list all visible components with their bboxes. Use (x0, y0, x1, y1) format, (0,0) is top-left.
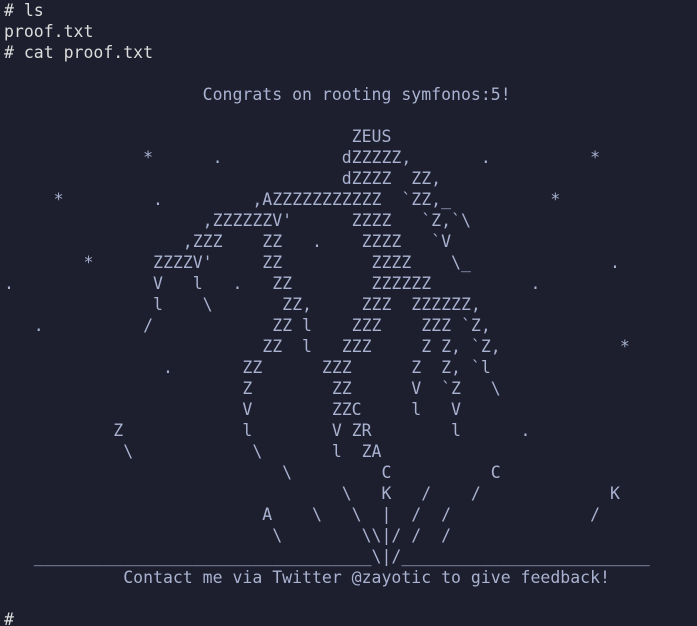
command-ls: # ls (4, 1, 44, 20)
art-line: A \ \ | / / / (4, 505, 601, 524)
prompt[interactable]: # (4, 609, 697, 626)
art-line: V ZZC l V (4, 400, 461, 419)
art-line: dZZZZ ZZ, (4, 169, 442, 188)
art-line: \ C C (4, 463, 501, 482)
art-line (4, 63, 697, 84)
art-line: ,ZZZZZZV' ZZZZ `Z,`\ (4, 211, 471, 230)
output-ls: proof.txt (4, 22, 94, 41)
art-line: Z ZZ V `Z \ (4, 379, 501, 398)
art-line: . / ZZ l ZZZ ZZZ `Z, (4, 316, 491, 335)
art-line: * . dZZZZZ, . * (4, 148, 601, 167)
art-line (4, 105, 697, 126)
art-line (4, 588, 697, 609)
art-line: Z l V ZR l . (4, 421, 531, 440)
command-cat: # cat proof.txt (4, 43, 154, 62)
art-line: l \ ZZ, ZZZ ZZZZZZ, (4, 295, 481, 314)
art-line: \ \\|/ / / (4, 526, 452, 545)
art-line: \ \ l ZA (4, 442, 382, 461)
art-line: ZZ l ZZZ Z Z, `Z, * (4, 337, 630, 356)
art-line: . V l . ZZ ZZZZZZ . (4, 274, 541, 293)
proof-ascii-art: Congrats on rooting symfonos:5! ZEUS * .… (4, 63, 697, 609)
art-line: . ZZ ZZZ Z Z, `l (4, 358, 491, 377)
art-line: * . ,AZZZZZZZZZZZ `ZZ,_ * (4, 190, 561, 209)
contact-message: Contact me via Twitter @zayotic to give … (4, 568, 610, 587)
art-line: \ K / / K (4, 484, 620, 503)
art-line: ,ZZZ ZZ . ZZZZ `V (4, 232, 452, 251)
art-line: ZEUS (4, 127, 392, 146)
art-divider: __________________________________\|/___… (4, 547, 650, 566)
congrats-message: Congrats on rooting symfonos:5! (4, 85, 511, 104)
terminal-window[interactable]: # ls proof.txt # cat proof.txt Congrats … (0, 0, 697, 626)
art-line: * ZZZZV' ZZ ZZZZ \_ . (4, 253, 620, 272)
